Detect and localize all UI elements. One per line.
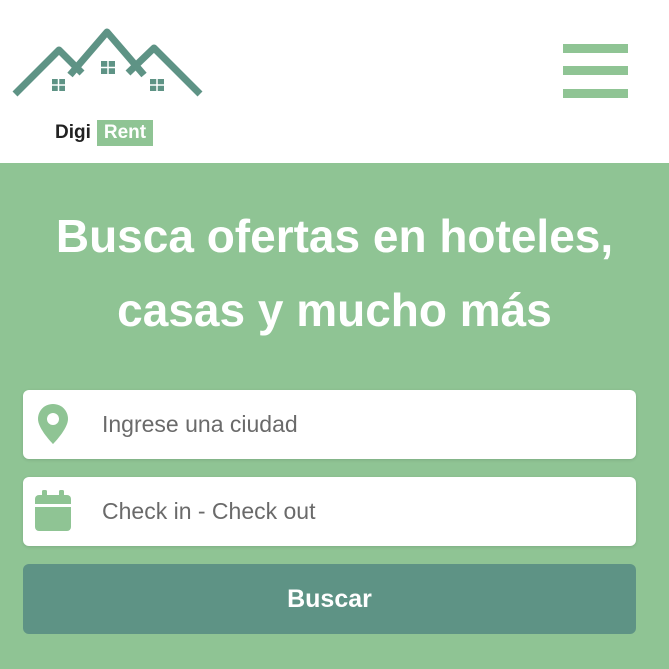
menu-bar-top bbox=[563, 44, 628, 53]
hero-headline-line1: Busca ofertas en hoteles, bbox=[55, 210, 614, 262]
logo-text-digi: Digi bbox=[55, 122, 91, 143]
logo-wordmark[interactable]: Digi Rent bbox=[55, 120, 154, 146]
hero-headline: Busca ofertas en hoteles, casas y mucho … bbox=[0, 199, 669, 347]
dates-input[interactable]: Check in - Check out bbox=[23, 477, 636, 546]
hero-section: Busca ofertas en hoteles, casas y mucho … bbox=[0, 163, 669, 669]
dates-input-placeholder: Check in - Check out bbox=[102, 498, 316, 524]
search-button[interactable]: Buscar bbox=[23, 564, 636, 634]
city-input-placeholder: Ingrese una ciudad bbox=[102, 411, 298, 437]
hamburger-menu-icon[interactable] bbox=[563, 44, 628, 98]
houses-logo-icon bbox=[12, 28, 203, 97]
city-input[interactable]: Ingrese una ciudad bbox=[23, 390, 636, 459]
menu-bar-bottom bbox=[563, 89, 628, 98]
logo-text-rent: Rent bbox=[96, 120, 154, 146]
menu-bar-middle bbox=[563, 66, 628, 75]
calendar-icon bbox=[35, 490, 71, 531]
map-pin-icon bbox=[38, 404, 68, 444]
header: Digi Rent bbox=[0, 0, 669, 163]
hero-headline-line2: casas y mucho más bbox=[117, 284, 552, 336]
